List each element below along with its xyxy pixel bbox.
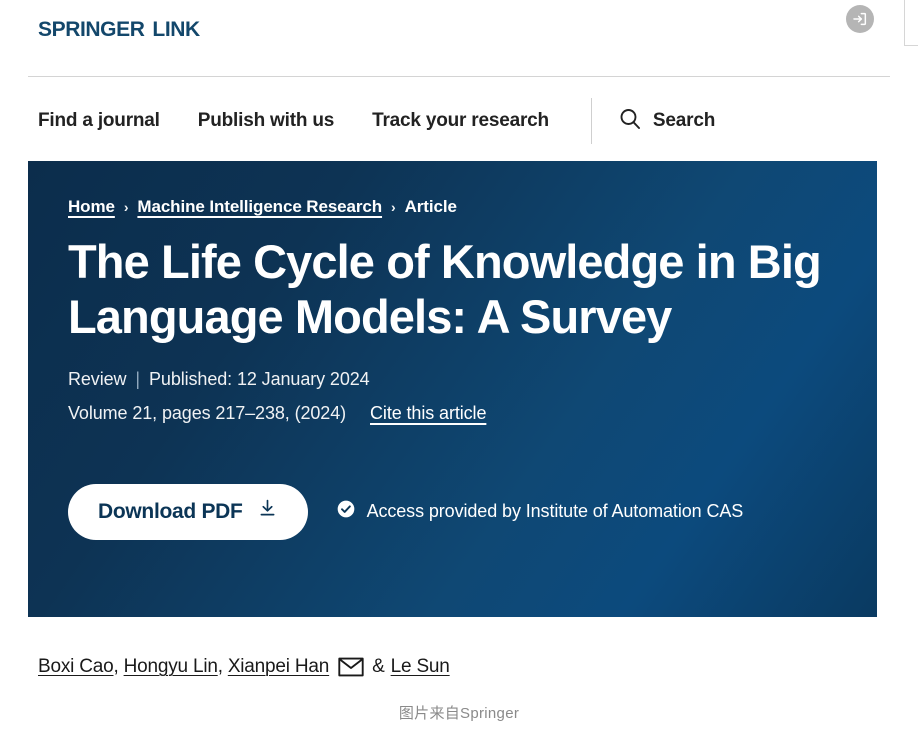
envelope-icon[interactable] bbox=[338, 657, 364, 677]
meta-divider: | bbox=[135, 368, 140, 389]
masthead: Springer Link bbox=[0, 0, 918, 72]
download-pdf-button[interactable]: Download PDF bbox=[68, 483, 308, 540]
image-caption: 图片来自Springer bbox=[398, 705, 520, 722]
author-ampersand: & bbox=[372, 656, 385, 677]
breadcrumb-item-journal[interactable]: Machine Intelligence Research bbox=[137, 197, 382, 217]
author-list: Boxi Cao , Hongyu Lin , Xianpei Han & Le… bbox=[38, 656, 450, 678]
breadcrumb-chevron-icon: › bbox=[391, 199, 396, 215]
access-text: Access provided by Institute of Automati… bbox=[366, 501, 744, 522]
viewport-corner-rule bbox=[904, 0, 918, 46]
login-icon[interactable] bbox=[846, 5, 874, 33]
header-divider bbox=[28, 76, 890, 77]
springer-link-logo[interactable]: Springer Link bbox=[38, 12, 200, 42]
download-icon bbox=[257, 498, 278, 525]
main-navigation: Find a journal Publish with us Track you… bbox=[0, 92, 918, 150]
author-link-2[interactable]: Hongyu Lin bbox=[124, 656, 218, 678]
author-link-3[interactable]: Xianpei Han bbox=[228, 656, 330, 678]
search-button[interactable]: Search bbox=[618, 107, 715, 136]
nav-item-track-your-research[interactable]: Track your research bbox=[372, 110, 549, 132]
nav-item-find-a-journal[interactable]: Find a journal bbox=[38, 110, 160, 132]
breadcrumb-item-home[interactable]: Home bbox=[68, 197, 115, 217]
breadcrumb-chevron-icon: › bbox=[123, 199, 129, 215]
download-pdf-label: Download PDF bbox=[98, 499, 243, 523]
breadcrumb: Home › Machine Intelligence Research › A… bbox=[68, 197, 837, 217]
cite-this-article-link[interactable]: Cite this article bbox=[370, 403, 486, 424]
author-separator: , bbox=[113, 656, 119, 677]
article-volume-line: Volume 21, pages 217–238, (2024) Cite th… bbox=[68, 403, 837, 424]
access-provided-notice: Access provided by Institute of Automati… bbox=[336, 499, 744, 524]
page-title: The Life Cycle of Knowledge in Big Langu… bbox=[68, 235, 822, 343]
check-circle-icon bbox=[336, 499, 356, 524]
search-label: Search bbox=[652, 110, 716, 131]
nav-divider bbox=[590, 98, 592, 144]
breadcrumb-item-current: Article bbox=[404, 197, 457, 216]
author-separator: , bbox=[217, 656, 223, 677]
hero-actions: Download PDF Access provided by Institut… bbox=[68, 483, 837, 540]
author-link-1[interactable]: Boxi Cao bbox=[38, 656, 114, 678]
author-link-4[interactable]: Le Sun bbox=[391, 656, 450, 678]
article-hero-banner: Home › Machine Intelligence Research › A… bbox=[28, 161, 877, 617]
article-type-and-date: Review | Published: 12 January 2024 bbox=[68, 369, 837, 390]
publication-date: Published: 12 January 2024 bbox=[149, 368, 370, 389]
article-type: Review bbox=[68, 368, 127, 389]
nav-item-publish-with-us[interactable]: Publish with us bbox=[198, 110, 335, 132]
search-icon bbox=[618, 107, 642, 136]
volume-pages: Volume 21, pages 217–238, (2024) bbox=[68, 402, 347, 423]
